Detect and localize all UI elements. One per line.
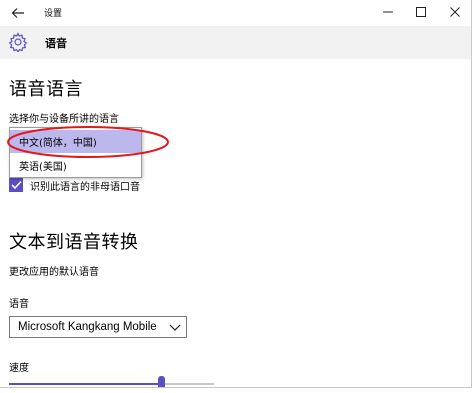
- close-icon: [450, 7, 460, 17]
- voice-select[interactable]: Microsoft Kangkang Mobile: [9, 316, 187, 338]
- gear-icon: [8, 32, 28, 52]
- speed-label: 速度: [9, 363, 29, 374]
- speed-slider-track[interactable]: [9, 383, 214, 385]
- checkmark-icon: [10, 180, 22, 190]
- tts-subtitle: 更改应用的默认语音: [9, 267, 99, 278]
- window-title: 设置: [44, 9, 63, 19]
- language-dropdown-list: 中文(简体，中国) 英语(美国): [9, 127, 142, 178]
- minimize-icon: [383, 11, 393, 13]
- minimize-button[interactable]: [370, 0, 406, 24]
- chevron-down-icon: [169, 324, 181, 331]
- maximize-button[interactable]: [403, 0, 439, 24]
- speed-slider-fill: [9, 383, 161, 385]
- language-option-english[interactable]: 英语(美国): [10, 154, 141, 177]
- accent-recognition-label: 识别此语言的非母语口音: [30, 182, 140, 193]
- voice-select-value: Microsoft Kangkang Mobile: [18, 321, 157, 333]
- close-button[interactable]: [437, 0, 471, 24]
- settings-window: 设置 语音 语音语言 选择你与设备所讲的语言 识别此语言的非母语口音 中文(简体…: [0, 0, 472, 388]
- page-header: 语音: [0, 26, 471, 59]
- speed-slider-thumb[interactable]: [158, 376, 165, 387]
- tts-heading: 文本到语音转换: [9, 232, 139, 253]
- maximize-icon: [416, 7, 426, 17]
- language-option-chinese[interactable]: 中文(简体，中国): [10, 130, 141, 153]
- accent-recognition-checkbox[interactable]: [9, 178, 23, 192]
- voice-label: 语音: [9, 299, 29, 310]
- page-title: 语音: [45, 37, 67, 50]
- speech-language-prompt: 选择你与设备所讲的语言: [9, 114, 119, 125]
- speech-language-heading: 语音语言: [9, 79, 83, 100]
- back-button[interactable]: [6, 2, 30, 24]
- title-bar: 设置: [0, 0, 471, 26]
- back-arrow-icon: [11, 8, 24, 18]
